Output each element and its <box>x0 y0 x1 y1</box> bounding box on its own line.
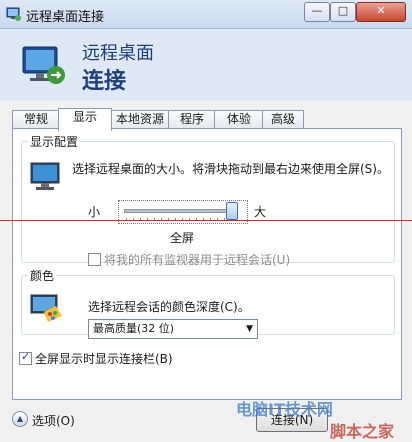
color-palette-icon <box>30 294 62 322</box>
slider-large-label: 大 <box>254 205 267 219</box>
color-group: 颜色 选择远程会话的颜色深度(C)。 最高质量(32 位) ▼ <box>21 267 395 339</box>
window-title: 远程桌面连接 <box>26 10 105 25</box>
options-toggle-icon[interactable]: ▲ <box>12 411 28 427</box>
display-tab-panel: 显示配置 选择远程桌面的大小。将滑块拖动到最右边来使用全屏(S)。 小 大 全屏… <box>12 128 402 400</box>
remote-desktop-app-icon <box>6 7 21 21</box>
color-depth-description: 选择远程会话的颜色深度(C)。 <box>88 300 250 314</box>
connection-bar-label: 全屏显示时显示连接栏(B) <box>35 352 173 366</box>
maximize-button[interactable]: □ <box>330 2 356 22</box>
display-size-description: 选择远程桌面的大小。将滑块拖动到最右边来使用全屏(S)。 <box>72 162 389 176</box>
display-size-slider[interactable] <box>118 200 248 224</box>
header-title-line2: 连接 <box>82 69 127 94</box>
slider-small-label: 小 <box>88 205 101 219</box>
options-label[interactable]: 选项(O) <box>32 412 75 429</box>
remote-desktop-logo-icon <box>22 46 65 84</box>
tab-display[interactable]: 显示 <box>58 108 112 131</box>
slider-track <box>124 209 236 213</box>
watermark-text-jb51: 脚本之家 <box>330 422 395 441</box>
color-legend: 颜色 <box>30 269 55 283</box>
remote-desktop-window: 远程桌面连接 — □ ✕ 远程桌面 连接 常规 显示 本地资源 程序 体验 高级… <box>0 0 412 442</box>
multi-monitor-checkbox[interactable] <box>88 253 101 266</box>
header-title-line1: 远程桌面 <box>82 43 154 64</box>
display-config-legend: 显示配置 <box>30 135 79 149</box>
connection-bar-checkbox[interactable] <box>19 350 32 365</box>
tab-advanced[interactable]: 高级 <box>262 110 304 129</box>
slider-value-label: 全屏 <box>170 231 195 245</box>
close-button[interactable]: ✕ <box>356 2 406 22</box>
color-depth-select[interactable]: 最高质量(32 位) ▼ <box>88 319 258 339</box>
red-guide-line <box>0 220 412 221</box>
chevron-down-icon: ▼ <box>246 324 253 334</box>
tab-local-resources[interactable]: 本地资源 <box>110 110 170 129</box>
tab-general[interactable]: 常规 <box>12 110 60 129</box>
tab-experience[interactable]: 体验 <box>214 110 264 129</box>
watermark-text-site: 电脑IT技术网 <box>236 400 333 419</box>
tab-programs[interactable]: 程序 <box>168 110 216 129</box>
display-config-group: 显示配置 选择远程桌面的大小。将滑块拖动到最右边来使用全屏(S)。 小 大 全屏… <box>21 133 395 267</box>
minimize-button[interactable]: — <box>304 2 330 22</box>
title-bar[interactable]: 远程桌面连接 — □ ✕ <box>0 0 412 29</box>
multi-monitor-label: 将我的所有监视器用于远程会话(U) <box>104 253 291 267</box>
dialog-header: 远程桌面 连接 <box>0 29 412 101</box>
slider-thumb[interactable] <box>226 202 238 220</box>
monitor-icon <box>30 162 60 190</box>
color-depth-value: 最高质量(32 位) <box>93 322 175 335</box>
